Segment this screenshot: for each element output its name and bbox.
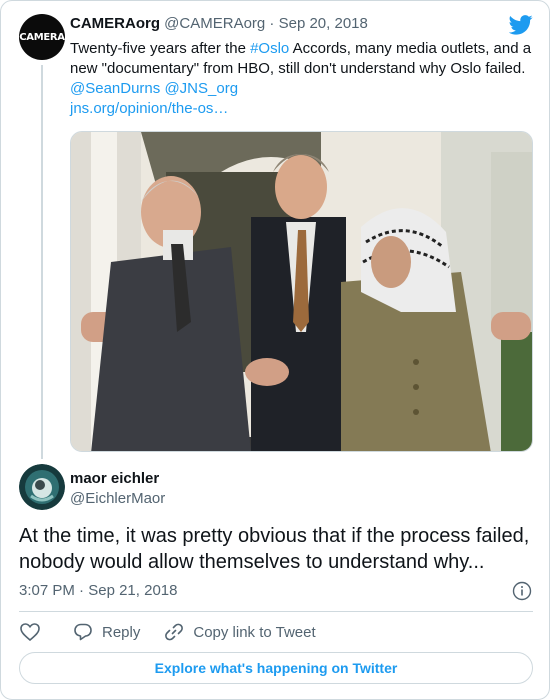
tweet-actions-bar: Reply Copy link to Tweet <box>19 621 316 643</box>
camera-avatar[interactable]: CAMERA <box>19 14 65 60</box>
mention-seandurns-link[interactable]: @SeanDurns <box>70 80 160 97</box>
hashtag-oslo-link[interactable]: #Oslo <box>250 40 289 57</box>
reply-date: Sep 21, 2018 <box>88 582 178 599</box>
tweet-text-part: Twenty-five years after the <box>70 40 251 57</box>
parent-date[interactable]: Sep 20, 2018 <box>279 15 368 32</box>
info-icon[interactable] <box>512 581 532 601</box>
article-url-link[interactable]: jns.org/opinion/the-os… <box>70 100 228 117</box>
reply-handle[interactable]: @EichlerMaor <box>70 490 165 507</box>
thread-connector-line <box>41 65 43 459</box>
reply-time: 3:07 PM <box>19 582 75 599</box>
handshake-photo-image <box>71 132 532 451</box>
mention-jns-org-link[interactable]: @JNS_org <box>164 80 238 97</box>
like-button[interactable] <box>19 622 41 642</box>
tweet-photo[interactable] <box>70 131 533 452</box>
link-icon <box>165 623 184 641</box>
parent-date-separator: · <box>265 15 279 32</box>
maor-avatar[interactable] <box>19 464 65 510</box>
reply-button[interactable]: Reply <box>73 622 140 642</box>
heart-icon <box>20 623 40 642</box>
reply-timestamp[interactable]: 3:07 PM · Sep 21, 2018 <box>19 582 177 599</box>
maor-avatar-image <box>19 464 65 510</box>
embedded-tweet-card: CAMERA CAMERAorg @CAMERAorg · Sep 20, 20… <box>0 0 550 700</box>
copy-link-label: Copy link to Tweet <box>193 623 316 641</box>
reply-tweet-text: At the time, it was pretty obvious that … <box>19 525 530 573</box>
explore-twitter-button[interactable]: Explore what's happening on Twitter <box>19 652 533 684</box>
parent-handle[interactable]: @CAMERAorg <box>164 15 265 32</box>
parent-display-name[interactable]: CAMERAorg <box>70 15 160 32</box>
reply-button-label: Reply <box>102 623 141 641</box>
timestamp-separator: · <box>74 582 89 599</box>
reply-display-name[interactable]: maor eichler <box>70 470 159 487</box>
actions-divider <box>19 611 533 612</box>
camera-logo-text: CAMERA <box>19 31 65 43</box>
copy-link-button[interactable]: Copy link to Tweet <box>164 622 316 642</box>
parent-tweet-header: CAMERAorg @CAMERAorg · Sep 20, 2018 <box>70 15 368 32</box>
reply-icon <box>74 623 92 641</box>
parent-tweet-text: Twenty-five years after the #Oslo Accord… <box>70 39 538 119</box>
twitter-bird-icon[interactable] <box>509 15 533 35</box>
